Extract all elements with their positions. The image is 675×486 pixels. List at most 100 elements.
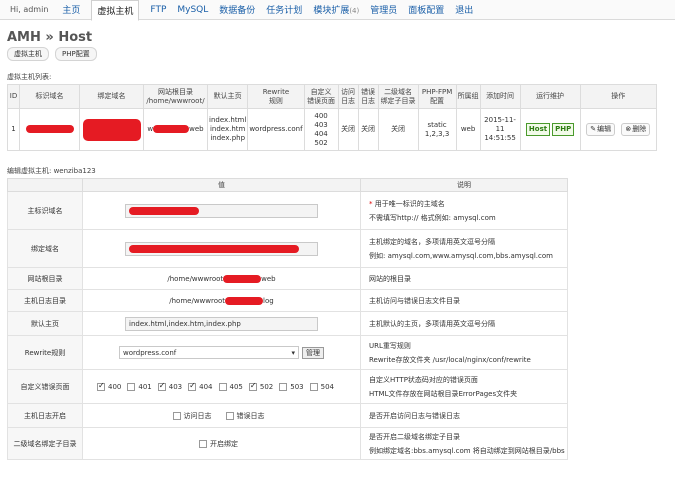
- col-error-pages: 自定义 错误页面: [303, 84, 339, 109]
- error-504-option[interactable]: 504: [309, 382, 334, 391]
- edit-label: 编辑: [597, 125, 612, 133]
- rewrite-cell: wordpress.conf ▾ 管理: [82, 335, 361, 370]
- subdir-bind-checkbox[interactable]: [199, 439, 207, 448]
- error-403-option[interactable]: 403: [157, 381, 182, 391]
- redaction-mark: [223, 274, 262, 283]
- nav-cron[interactable]: 任务计划: [266, 3, 302, 16]
- error-401-checkbox[interactable]: [127, 382, 136, 391]
- col-main-domain: 标识域名: [19, 84, 80, 109]
- row-access-log: 关闭: [337, 108, 359, 151]
- edit-row-error-pages: 自定义错误页面 400 401 403 404 405 502 503 504 自定义HTTP…: [7, 369, 568, 404]
- nav-panel-config[interactable]: 面板配置: [408, 3, 444, 16]
- nav-admin[interactable]: 管理员: [370, 3, 397, 16]
- error-502-option[interactable]: 502: [248, 381, 274, 391]
- edit-row-web-root: 网站根目录 /home/wwwroot web 网站的根目录: [7, 267, 568, 290]
- nav-backup[interactable]: 数据备份: [219, 3, 255, 16]
- nav-logout[interactable]: 退出: [455, 3, 473, 16]
- error-401-option[interactable]: 401: [127, 382, 152, 391]
- main-domain-input[interactable]: [125, 203, 318, 218]
- col-id: ID: [7, 84, 20, 109]
- row-subdir: 关闭: [377, 108, 419, 151]
- nav-virtual-host[interactable]: 虚拟主机: [91, 0, 140, 21]
- error-504-code: 504: [320, 382, 334, 391]
- edit-row-index: 默认主页 index.html,index.htm,index.php 主机默认…: [7, 311, 568, 336]
- error-pages-desc-line1: 自定义HTTP状态码对应的错误页面: [369, 375, 478, 384]
- rewrite-select[interactable]: wordpress.conf ▾: [119, 346, 299, 359]
- rewrite-manage-button[interactable]: 管理: [302, 346, 324, 359]
- bind-domain-label: 绑定域名: [7, 229, 83, 268]
- host-list-label: 虚拟主机列表:: [7, 73, 52, 81]
- subtab-virtual-host[interactable]: 虚拟主机: [7, 47, 49, 61]
- error-503-checkbox[interactable]: [279, 382, 288, 391]
- main-domain-desc-line1: * 用于唯一标识的主域名: [369, 197, 567, 211]
- nav-mysql[interactable]: MySQL: [177, 5, 208, 15]
- col-php-fpm: PHP-FPM 配置: [417, 84, 457, 109]
- error-400-checkbox[interactable]: [97, 381, 105, 391]
- edit-row-bind-domain: 绑定域名 主机绑定的域名，多项请用英文逗号分隔 例如: amysql.com,w…: [7, 229, 568, 268]
- redaction-mark: [129, 206, 199, 215]
- main-domain-desc: * 用于唯一标识的主域名 不需填写http:// 格式例如: amysql.co…: [360, 191, 568, 230]
- error-log-checkbox[interactable]: [225, 411, 234, 420]
- error-405-checkbox[interactable]: [218, 382, 227, 391]
- redaction-mark: [129, 244, 299, 253]
- logs-options: 访问日志 错误日志: [82, 403, 361, 428]
- main-domain-desc-line2: 不需填写http:// 格式例如: amysql.com: [369, 213, 496, 222]
- edit-button[interactable]: ✎编辑: [586, 123, 616, 136]
- error-502-code: 502: [259, 382, 274, 391]
- col-access-log: 访问 日志: [337, 84, 359, 109]
- subdir-desc-line1: 是否开启二级域名绑定子目录: [369, 432, 460, 441]
- col-default-page: 默认主页: [206, 84, 249, 109]
- error-400-option[interactable]: 400: [97, 381, 121, 391]
- error-404-code: 404: [199, 382, 213, 391]
- access-log-option[interactable]: 访问日志: [172, 411, 212, 421]
- error-404-option[interactable]: 404: [188, 381, 213, 391]
- chevron-down-icon: ▾: [291, 348, 295, 357]
- php-toggle-button[interactable]: PHP: [552, 123, 575, 136]
- logs-label: 主机日志开启: [7, 403, 83, 428]
- required-mark: *: [369, 199, 373, 208]
- edit-table-header: 值 说明: [7, 178, 568, 192]
- redaction-mark: [82, 118, 141, 141]
- error-504-checkbox[interactable]: [309, 382, 318, 391]
- bind-domain-cell: [82, 229, 361, 268]
- error-503-option[interactable]: 503: [279, 382, 304, 391]
- row-php-fpm: static 1,2,3,3: [417, 108, 457, 151]
- nav-ftp[interactable]: FTP: [150, 5, 166, 15]
- delete-button[interactable]: ⊗删除: [621, 123, 651, 136]
- nav-home[interactable]: 主页: [62, 3, 80, 16]
- error-502-checkbox[interactable]: [248, 381, 257, 391]
- access-log-checkbox[interactable]: [172, 411, 181, 420]
- host-toggle-button[interactable]: Host: [525, 123, 551, 136]
- col-value: 值: [82, 178, 361, 192]
- subdir-bind-option[interactable]: 开启绑定: [199, 439, 238, 449]
- error-403-checkbox[interactable]: [157, 381, 166, 391]
- edit-row-log-root: 主机日志目录 /home/wwwroot log 主机访问与错误日志文件目录: [7, 289, 568, 312]
- subtab-php-config[interactable]: PHP配置: [55, 47, 97, 61]
- index-desc: 主机默认的主页，多项请用英文逗号分隔: [360, 311, 568, 336]
- bind-domain-desc: 主机绑定的域名，多项请用英文逗号分隔 例如: amysql.com,www.am…: [360, 229, 568, 268]
- bind-domain-input[interactable]: [125, 241, 318, 256]
- error-401-code: 401: [138, 382, 152, 391]
- host-table-header: ID 标识域名 绑定域名 网站根目录 /home/wwwroot/ 默认主页 R…: [7, 84, 658, 109]
- col-group: 所属组: [455, 84, 481, 109]
- web-root-value: /home/wwwroot web: [82, 267, 361, 290]
- edit-host-table: 值 说明 主标识域名 * 用于唯一标识的主域名 不需填写http:// 格式例如…: [7, 178, 568, 460]
- error-405-option[interactable]: 405: [218, 382, 243, 391]
- logs-desc: 是否开启访问日志与错误日志: [360, 403, 568, 428]
- nav-modules[interactable]: 模块扩展(4): [313, 3, 359, 16]
- web-root-value-suffix: web: [261, 274, 276, 283]
- error-404-checkbox[interactable]: [188, 381, 197, 391]
- delete-icon: ⊗: [625, 125, 632, 133]
- log-root-desc: 主机访问与错误日志文件目录: [360, 289, 568, 312]
- main-domain-label: 主标识域名: [7, 191, 83, 230]
- index-input[interactable]: index.html,index.htm,index.php: [125, 316, 318, 331]
- pencil-icon: ✎: [590, 125, 597, 133]
- web-root-value-prefix: /home/wwwroot: [167, 274, 224, 283]
- col-rewrite: Rewrite 规则: [247, 84, 305, 109]
- error-pages-options: 400 401 403 404 405 502 503 504: [82, 369, 361, 404]
- error-log-option[interactable]: 错误日志: [225, 411, 265, 421]
- main-domain-cell: [82, 191, 361, 230]
- web-root-label: 网站根目录: [7, 267, 83, 290]
- row-web-root: w web: [143, 108, 208, 151]
- delete-label: 删除: [632, 125, 647, 133]
